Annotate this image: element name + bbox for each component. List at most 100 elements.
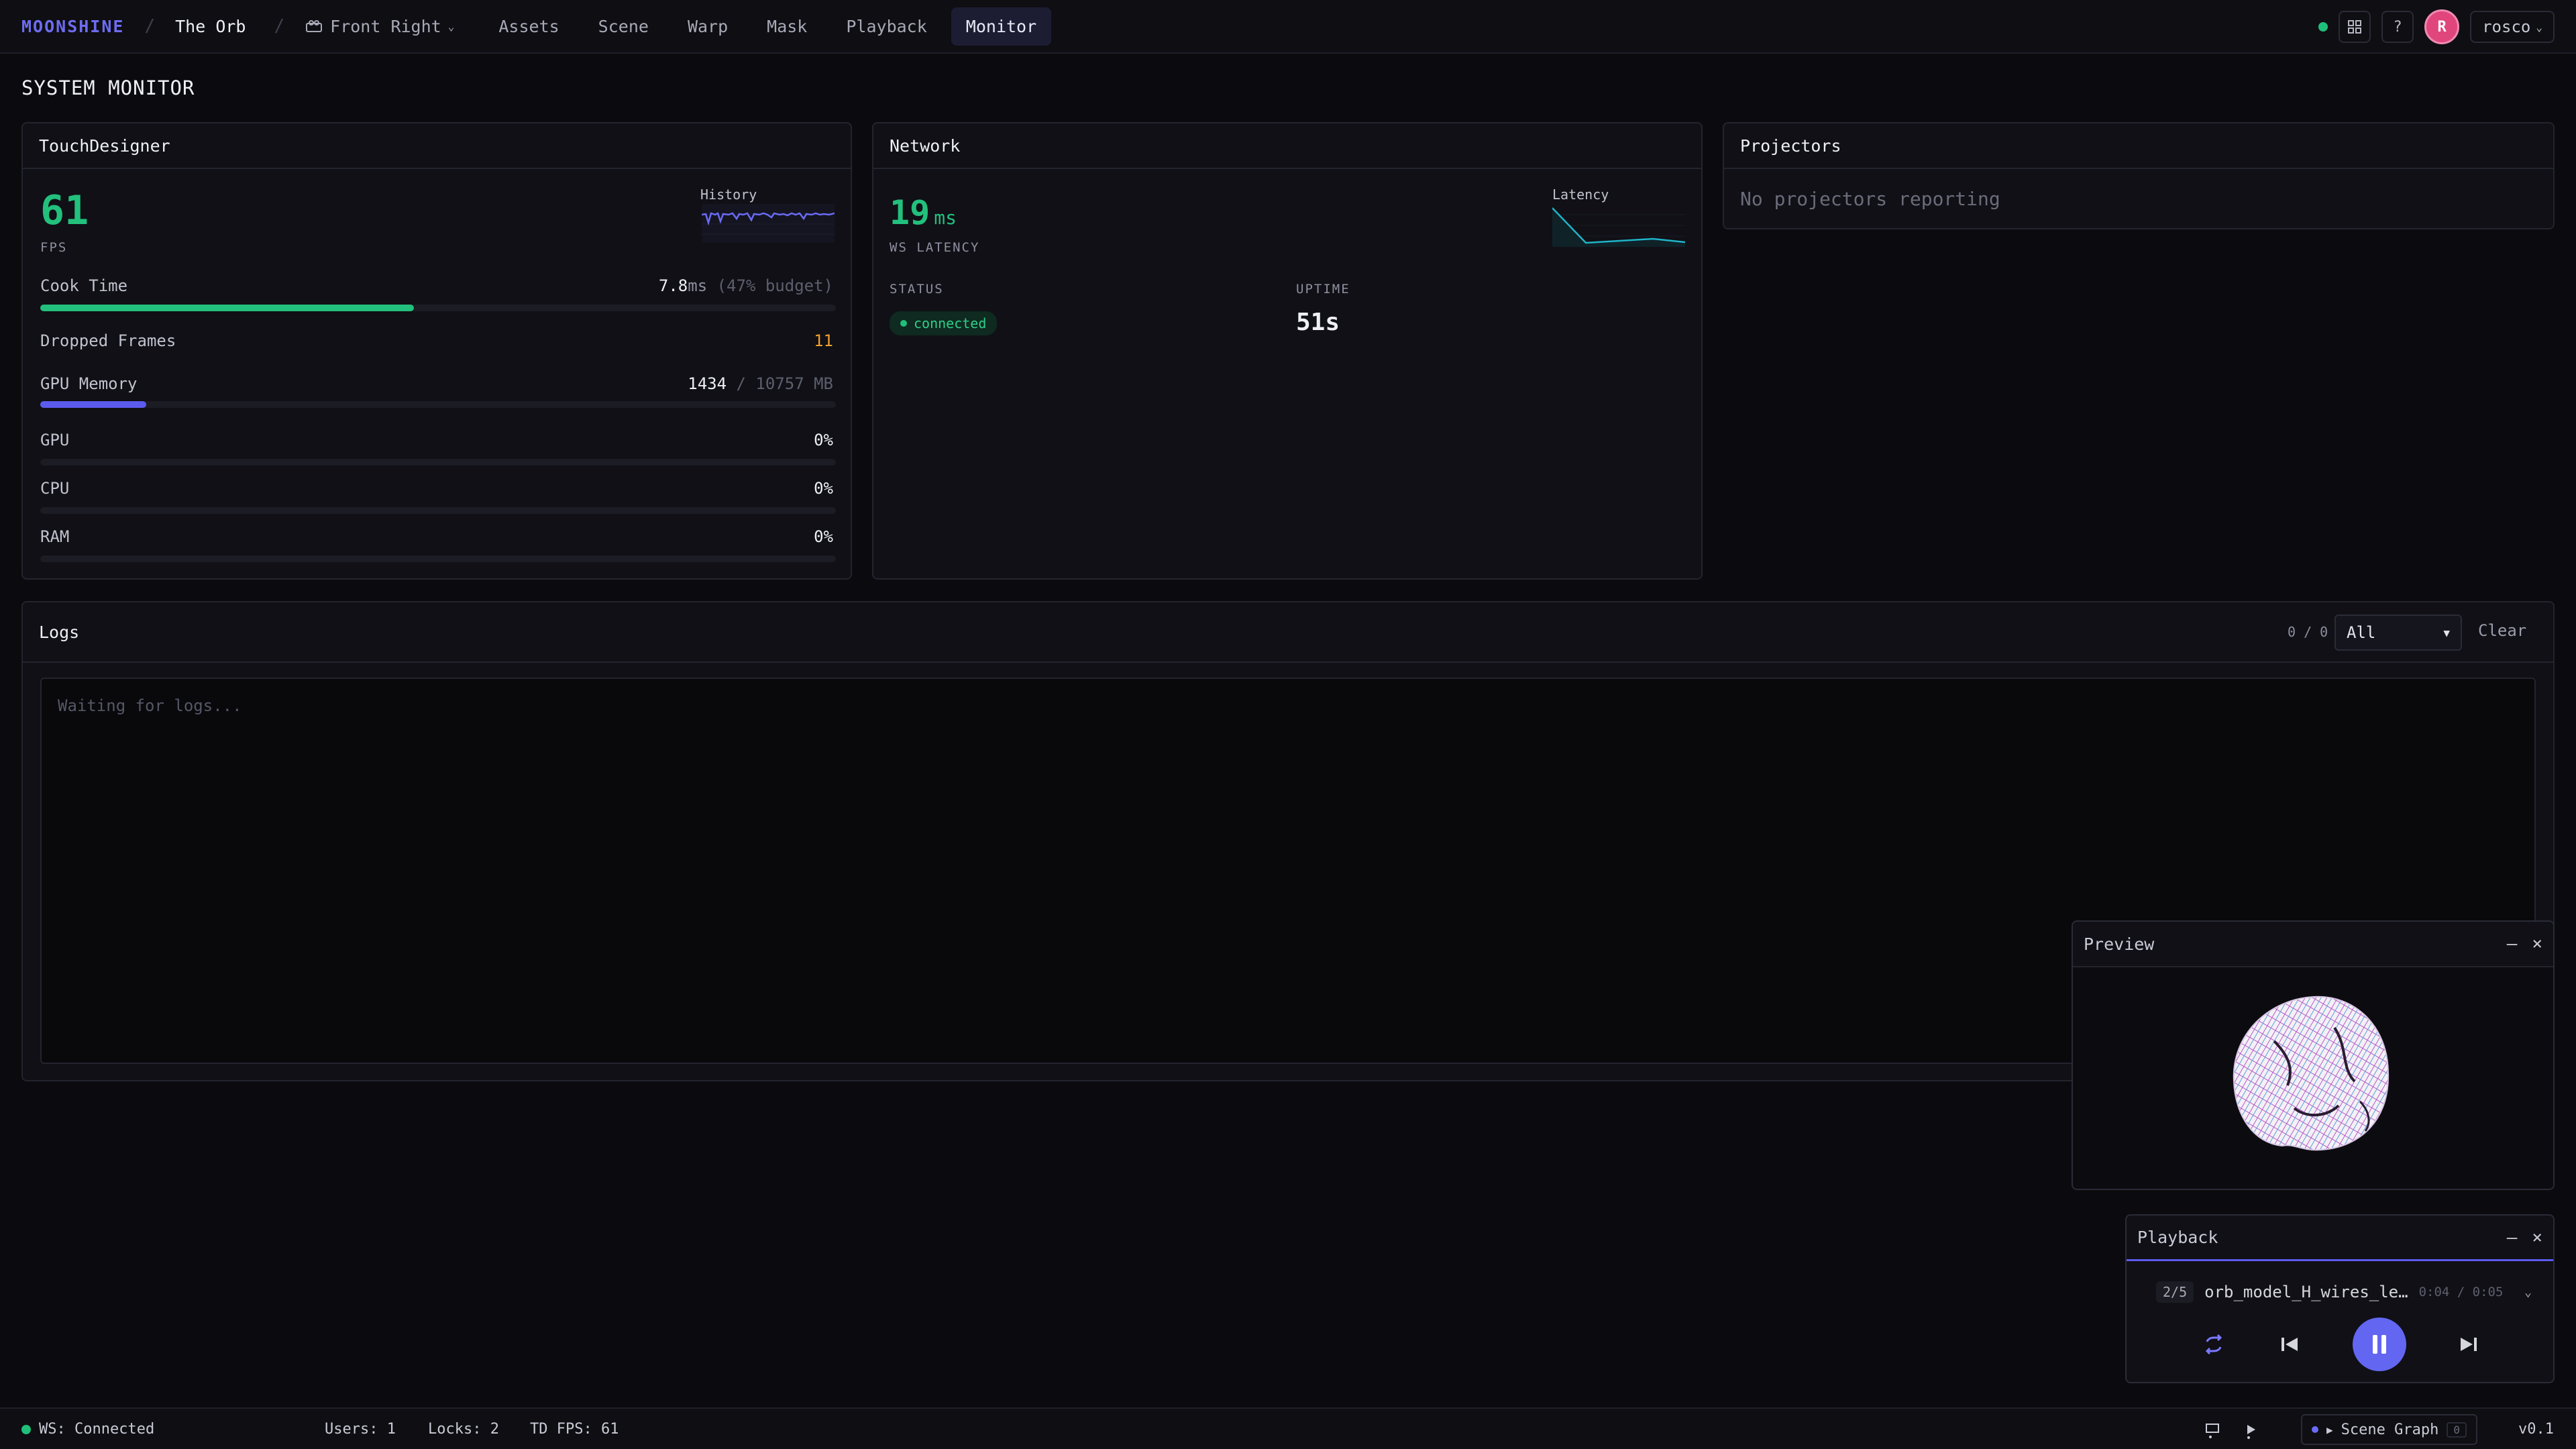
ram-bar xyxy=(40,555,836,562)
gpu-memory-bar-fill xyxy=(40,401,146,408)
touchdesigner-panel: TouchDesigner 61 FPS History Cook Time 7… xyxy=(21,122,852,580)
top-nav: MOONSHINE / The Orb / Front Right ⌄ Asse… xyxy=(0,0,2576,54)
next-icon[interactable] xyxy=(2455,1331,2482,1358)
display-icon[interactable] xyxy=(2204,1421,2223,1440)
minimize-icon[interactable]: – xyxy=(2507,934,2518,954)
panel-title: Network xyxy=(873,123,1701,169)
nav-scene[interactable]: Scene xyxy=(584,7,663,46)
projectors-empty-message: No projectors reporting xyxy=(1740,188,2000,210)
gpu-value: 0% xyxy=(814,431,833,449)
track-name: orb_model_H_wires_le… xyxy=(2204,1283,2408,1301)
gpu-memory-label: GPU Memory xyxy=(40,374,138,393)
scene-graph-badge: 0 xyxy=(2447,1421,2467,1438)
nav-assets[interactable]: Assets xyxy=(484,7,574,46)
latency-sparkline xyxy=(1552,207,1685,247)
cpu-bar xyxy=(40,507,836,514)
breadcrumb-separator: / xyxy=(144,16,156,36)
projectors-panel: Projectors No projectors reporting xyxy=(1723,122,2555,229)
playback-window[interactable]: Playback – × 2/5 orb_model_H_wires_le… 0… xyxy=(2125,1214,2555,1383)
camera-name: Front Right xyxy=(330,16,441,36)
cook-time-unit: ms xyxy=(688,276,708,295)
td-fps: TD FPS: 61 xyxy=(530,1421,619,1438)
window-title: Preview xyxy=(2084,934,2155,954)
nav-warp[interactable]: Warp xyxy=(673,7,743,46)
fps-value: 61 xyxy=(40,187,89,234)
chevron-down-icon: ⌄ xyxy=(2536,20,2542,34)
gpu-label: GPU xyxy=(40,431,70,449)
window-title: Playback xyxy=(2137,1228,2218,1247)
scene-graph-button[interactable]: ▶ Scene Graph 0 xyxy=(2301,1414,2477,1445)
latency-unit: ms xyxy=(934,207,957,229)
scene-graph-dot xyxy=(2312,1426,2318,1433)
loop-icon[interactable] xyxy=(2200,1331,2227,1358)
grid-icon xyxy=(2348,20,2362,34)
cpu-label: CPU xyxy=(40,479,70,498)
gpu-memory-bar xyxy=(40,401,836,408)
close-icon[interactable]: × xyxy=(2532,934,2542,954)
help-button[interactable]: ? xyxy=(2381,11,2414,43)
cook-time-bar-fill xyxy=(40,305,415,311)
latency-readout: 19 ms xyxy=(890,196,957,229)
cook-time-label: Cook Time xyxy=(40,276,128,295)
caret-down-icon: ▼ xyxy=(2443,626,2450,639)
gpu-bar xyxy=(40,459,836,466)
dropped-frames-value: 11 xyxy=(814,331,833,350)
chevron-down-icon: ⌄ xyxy=(2524,1285,2532,1299)
track-time: 0:04 / 0:05 xyxy=(2418,1285,2504,1299)
play-small-icon: ▶ xyxy=(2326,1423,2333,1436)
gpu-memory-total: / 10757 MB xyxy=(736,374,834,393)
latency-chart-label: Latency xyxy=(1552,186,1609,203)
logs-placeholder: Waiting for logs... xyxy=(58,696,242,715)
user-menu[interactable]: rosco ⌄ xyxy=(2470,11,2555,43)
chevron-down-icon: ⌄ xyxy=(447,19,455,33)
connection-status-dot xyxy=(2318,22,2328,32)
gpu-memory-used: 1434 xyxy=(688,374,727,393)
play-icon[interactable] xyxy=(2242,1421,2261,1440)
avatar[interactable]: R xyxy=(2424,9,2460,44)
brand-logo[interactable]: MOONSHINE xyxy=(21,17,124,36)
nav-playback[interactable]: Playback xyxy=(831,7,941,46)
status-badge: connected xyxy=(890,311,998,335)
scene-graph-label: Scene Graph xyxy=(2341,1421,2439,1438)
panel-title: TouchDesigner xyxy=(23,123,851,169)
nav-monitor[interactable]: Monitor xyxy=(951,7,1052,46)
camera-icon xyxy=(306,20,323,32)
cook-time-budget: (47% budget) xyxy=(716,276,833,295)
locks-count: Locks: 2 xyxy=(428,1421,499,1438)
cook-time-value: 7.8 xyxy=(658,276,688,295)
project-name[interactable]: The Orb xyxy=(175,17,246,36)
status-label: STATUS xyxy=(890,282,944,297)
logs-filter-select[interactable]: All ▼ xyxy=(2334,614,2462,651)
latency-value: 19 xyxy=(890,193,930,232)
ram-value: 0% xyxy=(814,527,833,546)
logs-header: Logs xyxy=(23,602,2553,663)
nav-mask[interactable]: Mask xyxy=(752,7,822,46)
username: rosco xyxy=(2482,17,2531,36)
preview-window[interactable]: Preview – × xyxy=(2072,920,2555,1190)
logs-filter-value: All xyxy=(2347,623,2376,642)
ws-status: WS: Connected xyxy=(39,1421,155,1438)
status-value: connected xyxy=(914,315,987,331)
breadcrumb-separator: / xyxy=(274,16,285,36)
preview-header[interactable]: Preview – × xyxy=(2073,922,2553,967)
pause-button[interactable] xyxy=(2352,1318,2406,1371)
uptime-label: UPTIME xyxy=(1296,282,1350,297)
fps-history-sparkline xyxy=(702,204,835,243)
grid-button[interactable] xyxy=(2339,11,2371,43)
previous-icon[interactable] xyxy=(2276,1331,2303,1358)
minimize-icon[interactable]: – xyxy=(2507,1228,2518,1248)
playback-header[interactable]: Playback – × xyxy=(2127,1216,2553,1261)
clear-logs-button[interactable]: Clear xyxy=(2478,621,2526,640)
orb-preview-image xyxy=(2073,967,2553,1189)
logs-count: 0 / 0 xyxy=(2288,624,2328,640)
camera-selector[interactable]: Front Right ⌄ xyxy=(305,17,454,36)
track-selector[interactable]: 2/5 orb_model_H_wires_le… 0:04 / 0:05 ⌄ xyxy=(2156,1281,2532,1303)
pause-icon xyxy=(2372,1335,2386,1354)
cook-time-readout: 7.8ms (47% budget) xyxy=(659,276,833,295)
uptime-value: 51s xyxy=(1296,309,1340,336)
top-right-controls: ? R rosco ⌄ xyxy=(2318,0,2555,54)
page-title: SYSTEM MONITOR xyxy=(21,76,195,99)
history-label: History xyxy=(700,186,757,203)
network-panel: Network 19 ms WS LATENCY Latency STATUS c… xyxy=(872,122,1703,580)
close-icon[interactable]: × xyxy=(2532,1228,2542,1248)
